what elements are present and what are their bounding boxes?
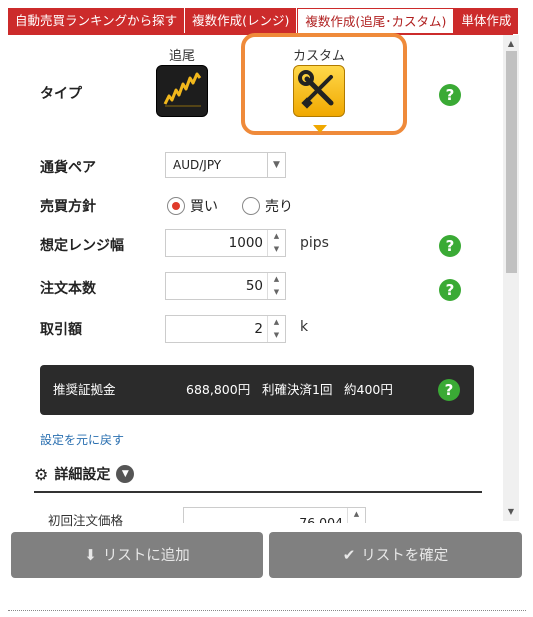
- order-count-help-icon[interactable]: ?: [439, 279, 461, 301]
- currency-pair-select[interactable]: AUD/JPY ▼: [165, 152, 286, 178]
- scroll-down-icon[interactable]: ▼: [503, 505, 519, 519]
- radio-buy[interactable]: 買い: [167, 196, 218, 216]
- checkmark-icon: ✔: [342, 546, 356, 564]
- reset-settings-link[interactable]: 設定を元に戻す: [40, 431, 124, 448]
- tab-ranking[interactable]: 自動売買ランキングから探す: [8, 8, 186, 34]
- first-price-label: 初回注文価格: [48, 513, 124, 528]
- radio-sell[interactable]: 売り: [242, 196, 293, 216]
- vertical-scrollbar[interactable]: ▲ ▼: [503, 35, 519, 521]
- radio-buy-circle[interactable]: [167, 197, 185, 215]
- custom-highlight-frame: [241, 33, 407, 135]
- radio-sell-label: 売り: [265, 199, 293, 215]
- detail-settings-header[interactable]: ⚙ 詳細設定 ▼: [34, 464, 135, 484]
- radio-buy-label: 買い: [190, 199, 218, 215]
- scroll-thumb[interactable]: [506, 51, 517, 273]
- trade-amount-unit: k: [300, 319, 309, 335]
- chevron-down-icon[interactable]: ▼: [116, 465, 135, 483]
- confirm-list-button[interactable]: ✔ リストを確定: [269, 532, 522, 578]
- range-width-value: 1000: [228, 235, 263, 251]
- trade-amount-label: 取引額: [40, 322, 82, 338]
- order-count-input[interactable]: 50 ▲ ▼: [165, 272, 286, 300]
- trail-chart-icon[interactable]: [156, 65, 208, 117]
- order-count-stepper[interactable]: ▲ ▼: [267, 273, 285, 299]
- chevron-down-icon[interactable]: ▼: [267, 153, 285, 177]
- first-price-stepper[interactable]: ▲: [347, 508, 365, 523]
- trade-amount-value: 2: [254, 321, 263, 337]
- range-width-unit: pips: [300, 235, 329, 251]
- selected-pointer-icon: [313, 125, 327, 133]
- summary-settle: 利確決済1回: [262, 382, 333, 397]
- add-to-list-button[interactable]: ⬇ リストに追加: [11, 532, 263, 578]
- tab-bar: 自動売買ランキングから探す 複数作成(レンジ) 複数作成(追尾･カスタム) 単体…: [8, 8, 520, 34]
- add-to-list-label: リストに追加: [102, 548, 190, 564]
- tab-range[interactable]: 複数作成(レンジ): [185, 8, 298, 34]
- trade-direction-label: 売買方針: [40, 199, 96, 215]
- confirm-list-label: リストを確定: [361, 548, 449, 564]
- trail-caption: 追尾: [168, 49, 195, 64]
- summary-title: 推奨証拠金: [53, 382, 116, 397]
- range-width-input[interactable]: 1000 ▲ ▼: [165, 229, 286, 257]
- radio-sell-circle[interactable]: [242, 197, 260, 215]
- order-count-label: 注文本数: [40, 281, 96, 297]
- type-label: タイプ: [40, 86, 82, 102]
- first-price-input[interactable]: 76.004 ▲: [183, 507, 366, 523]
- order-count-value: 50: [245, 278, 263, 294]
- summary-profit: 約400円: [344, 382, 393, 397]
- gear-icon: ⚙: [34, 464, 49, 484]
- bottom-divider: [8, 610, 526, 611]
- summary-margin: 688,800円: [186, 382, 251, 397]
- summary-help-icon[interactable]: ?: [438, 379, 460, 401]
- currency-pair-value: AUD/JPY: [173, 158, 222, 172]
- tab-single[interactable]: 単体作成: [454, 8, 520, 34]
- tab-trail-custom[interactable]: 複数作成(追尾･カスタム): [297, 8, 455, 34]
- arrow-down-icon: ⬇: [84, 546, 97, 564]
- currency-pair-label: 通貨ペア: [40, 160, 96, 176]
- detail-divider: [34, 491, 482, 493]
- range-help-icon[interactable]: ?: [439, 235, 461, 257]
- type-help-icon[interactable]: ?: [439, 84, 461, 106]
- margin-summary: 推奨証拠金 688,800円 利確決済1回 約400円 ?: [40, 365, 474, 415]
- trade-amount-stepper[interactable]: ▲ ▼: [267, 316, 285, 342]
- trade-amount-input[interactable]: 2 ▲ ▼: [165, 315, 286, 343]
- detail-settings-title: 詳細設定: [54, 467, 111, 483]
- range-width-label: 想定レンジ幅: [40, 238, 124, 254]
- range-width-stepper[interactable]: ▲ ▼: [267, 230, 285, 256]
- scroll-up-icon[interactable]: ▲: [503, 37, 519, 51]
- first-price-value: 76.004: [299, 515, 343, 523]
